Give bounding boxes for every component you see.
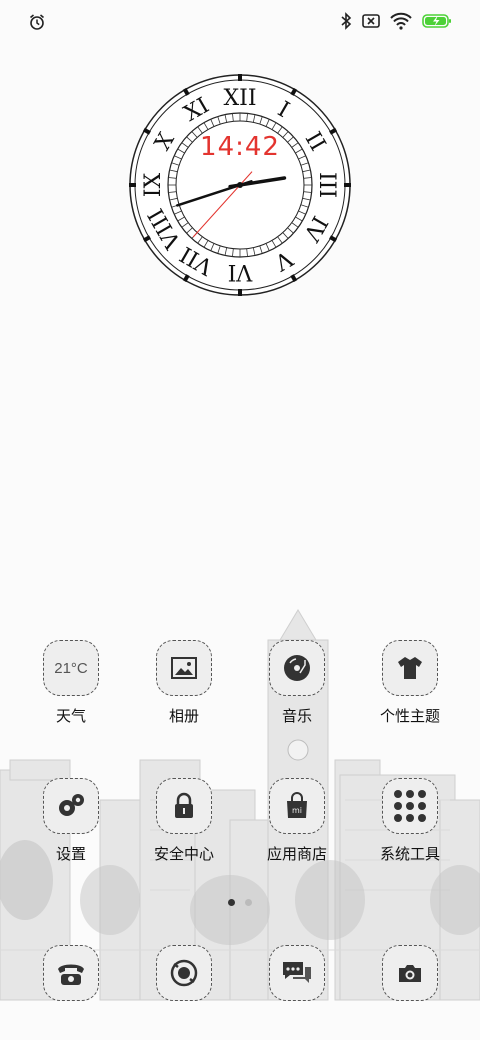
app-label: 天气: [55, 708, 86, 725]
camera-icon[interactable]: [382, 945, 438, 1001]
app-label: 设置: [55, 846, 86, 863]
wifi-icon: [390, 12, 412, 35]
app-weather[interactable]: 21°C 天气: [21, 640, 121, 726]
clock-numeral: IX: [141, 172, 166, 197]
clock-widget[interactable]: XII I II III IV V VI VII VIII IX X XI 14:42: [129, 74, 351, 296]
clock-numeral: VI: [228, 259, 254, 284]
battery-charging-icon: [422, 13, 452, 34]
browser-icon[interactable]: [156, 945, 212, 1001]
lock-icon[interactable]: [156, 778, 212, 834]
app-gallery[interactable]: 相册: [134, 640, 234, 726]
folder-icon[interactable]: [382, 778, 438, 834]
music-disc-icon[interactable]: [269, 640, 325, 696]
shopping-bag-icon[interactable]: mi: [269, 778, 325, 834]
weather-temperature: 21°C: [54, 659, 88, 677]
app-label: 应用商店: [266, 846, 327, 863]
weather-widget[interactable]: 21°C: [43, 640, 99, 696]
app-lock[interactable]: 安全中心: [134, 778, 234, 864]
page-dot-1[interactable]: [228, 899, 235, 906]
digital-time: 14:42: [200, 132, 280, 162]
status-bar: [0, 0, 480, 44]
app-shopping-bag[interactable]: mi 应用商店: [247, 778, 347, 864]
messages-icon[interactable]: [269, 945, 325, 1001]
app-folder[interactable]: 系统工具: [360, 778, 460, 864]
dock-browser[interactable]: [134, 945, 234, 1001]
app-label: 相册: [168, 708, 199, 725]
alarm-icon: [28, 13, 46, 36]
theme-shirt-icon[interactable]: [382, 640, 438, 696]
page-dot-2[interactable]: [245, 899, 252, 906]
clock-numeral: III: [314, 172, 339, 198]
svg-text:mi: mi: [292, 806, 302, 815]
app-label: 安全中心: [153, 846, 214, 863]
dock-phone[interactable]: [21, 945, 121, 1001]
app-theme-shirt[interactable]: 个性主题: [360, 640, 460, 726]
analog-clock-face: XII IIIIIIIVVVIVIIVIIIIXXXI: [129, 74, 351, 296]
dock-messages[interactable]: [247, 945, 347, 1001]
clock-center: [237, 182, 243, 188]
bluetooth-icon: [340, 12, 352, 35]
phone-icon[interactable]: [43, 945, 99, 1001]
app-label: 系统工具: [379, 846, 440, 863]
clock-numeral: XII: [223, 86, 256, 111]
page-indicator[interactable]: [0, 899, 480, 906]
dock-camera[interactable]: [360, 945, 460, 1001]
app-label: 个性主题: [379, 708, 440, 725]
app-music-disc[interactable]: 音乐: [247, 640, 347, 726]
app-gear[interactable]: 设置: [21, 778, 121, 864]
app-label: 音乐: [281, 708, 312, 725]
gear-icon[interactable]: [43, 778, 99, 834]
gallery-icon[interactable]: [156, 640, 212, 696]
no-sim-icon: [362, 13, 380, 34]
